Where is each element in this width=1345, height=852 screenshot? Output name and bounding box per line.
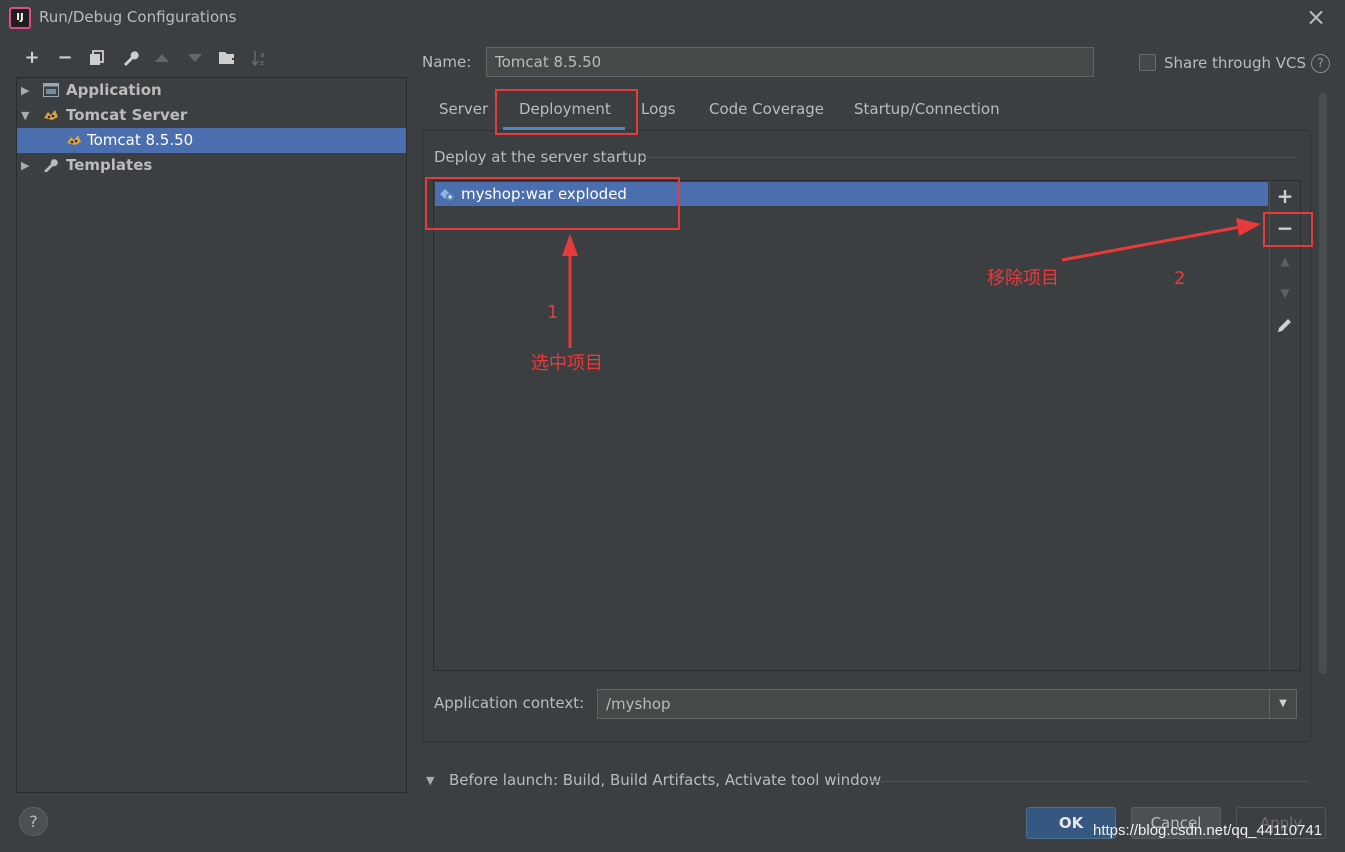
annotation-remove-text: 移除项目 (987, 268, 1059, 289)
annotation-number-1: 1 (547, 302, 559, 323)
annotation-arrows (562, 218, 1261, 348)
annotation-arrow-2 (1061, 225, 1241, 262)
annotation-number-2: 2 (1174, 268, 1186, 289)
annotation-arrowhead-2 (1236, 218, 1261, 236)
annotation-arrowhead-1 (562, 234, 578, 256)
annotation-select-text: 选中项目 (531, 353, 603, 374)
